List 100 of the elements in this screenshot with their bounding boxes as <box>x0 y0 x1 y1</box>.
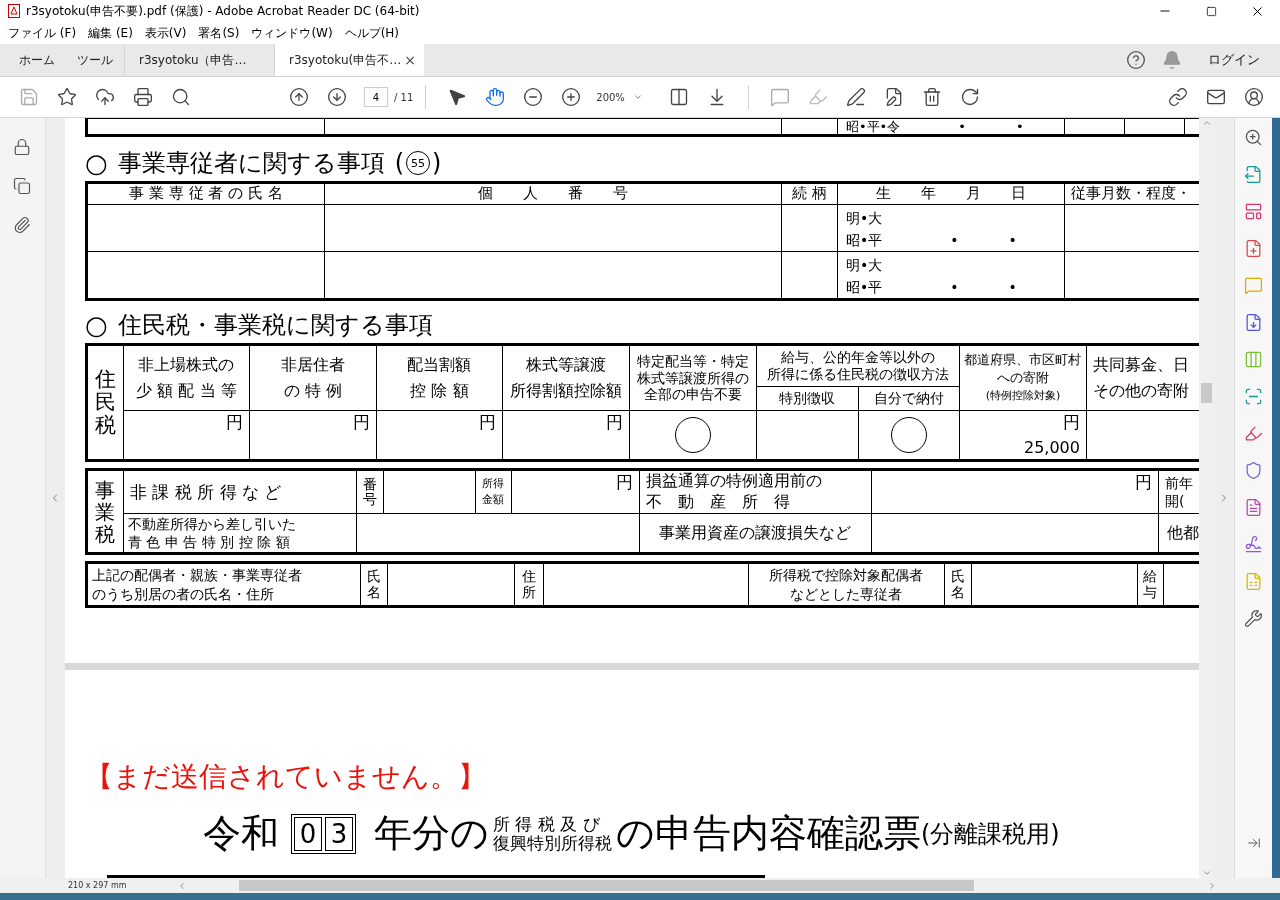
login-link[interactable]: ログイン <box>1208 51 1260 69</box>
nav-tab[interactable]: ツール <box>66 44 124 76</box>
pages-icon[interactable] <box>13 177 32 195</box>
number-field[interactable] <box>324 204 782 252</box>
zoom-out-icon[interactable] <box>523 87 544 107</box>
date-separator: • <box>958 119 966 134</box>
yen-unit: 円 <box>1062 411 1080 434</box>
link-icon[interactable] <box>1168 87 1189 107</box>
column-header: の 特 例 <box>283 378 343 404</box>
number-field[interactable] <box>383 469 476 514</box>
yen-unit: 円 <box>478 411 496 434</box>
date-separator: • <box>950 278 959 297</box>
row-header: 所得税で控除対象配偶者 <box>769 565 924 585</box>
menu-item[interactable]: ヘルプ(H) <box>344 24 400 42</box>
star-icon[interactable] <box>57 87 77 107</box>
yen-unit: 円 <box>615 471 633 494</box>
user-icon[interactable] <box>1244 87 1265 107</box>
scrollbar-thumb[interactable] <box>238 880 974 891</box>
column-header: 生 年 月 日 <box>837 182 1065 205</box>
column-header: 個 人 番 号 <box>324 182 782 205</box>
row-header: 非 課 税 所 得 な ど <box>123 469 357 514</box>
menu-item[interactable]: 編集 (E) <box>88 24 133 42</box>
form-title-era: 令和 <box>202 810 279 857</box>
column-header: 特定配当等・特定 <box>636 352 749 370</box>
scan-icon[interactable] <box>1244 387 1263 406</box>
column-header: 共同募金、日 <box>1092 352 1189 378</box>
combine-files-icon[interactable] <box>1244 313 1263 332</box>
date-separator: • <box>1008 231 1017 250</box>
window-title: r3syotoku(申告不要).pdf (保護) - Adobe Acrobat Reader DC (64-bit) <box>26 2 421 20</box>
date-separator: • <box>950 231 959 250</box>
era-options: 昭•平 <box>845 229 883 251</box>
caret-icon[interactable] <box>632 92 643 102</box>
print-icon[interactable] <box>133 87 153 107</box>
page-number-field[interactable]: 4 <box>364 87 388 107</box>
zoom-dropdown[interactable]: 200% <box>590 91 653 103</box>
zoom-icon[interactable] <box>1244 128 1263 147</box>
sign-icon[interactable] <box>846 87 867 107</box>
column-header: 少 額 配 当 等 <box>136 378 237 404</box>
row-header: 不 動 産 所 得 <box>645 492 790 513</box>
previous-page-icon[interactable] <box>289 87 309 107</box>
form-title: の申告内容確認票 <box>615 810 921 857</box>
column-header: 所得に係る住民税の徴収方法 <box>766 366 949 384</box>
name-field[interactable] <box>86 204 325 252</box>
zoom-in-icon[interactable] <box>561 87 582 107</box>
export-pdf-icon[interactable] <box>1244 165 1263 184</box>
date-separator: • <box>1015 119 1024 134</box>
era-options: 昭•平•令 <box>845 119 901 134</box>
column-header: 株式等譲渡 <box>525 352 606 378</box>
hand-icon[interactable] <box>485 87 506 107</box>
relation-field[interactable] <box>781 204 838 252</box>
form-icon[interactable] <box>1244 498 1263 517</box>
menu-item[interactable]: 署名(S) <box>198 24 240 42</box>
row-header: のうち別居の者の氏名・住所 <box>91 584 274 604</box>
row-header: 上記の配偶者・親族・事業専従者 <box>91 565 302 585</box>
page-layout-icon[interactable] <box>669 87 690 107</box>
yen-unit: 円 <box>352 411 370 434</box>
close-tab-button[interactable]: × <box>404 52 416 68</box>
layout-icon[interactable] <box>1244 202 1263 221</box>
yen-unit: 円 <box>605 411 623 434</box>
signature-icon[interactable] <box>1244 535 1263 554</box>
scrollbar-thumb[interactable] <box>1201 383 1213 403</box>
parenthesis: ( <box>394 149 404 177</box>
nav-tab[interactable]: ホーム <box>8 44 66 76</box>
expand-pane-icon[interactable] <box>1246 836 1261 850</box>
help-icon[interactable] <box>1126 50 1146 70</box>
next-page-icon[interactable] <box>327 87 347 107</box>
menu-item[interactable]: ファイル (F) <box>8 24 77 42</box>
paperclip-icon[interactable] <box>13 216 32 234</box>
lock-icon[interactable] <box>13 138 32 156</box>
column-header: その他の寄附 <box>1092 378 1189 404</box>
column-header: 事 業 専 従 者 の 氏 名 <box>86 182 325 205</box>
rotate-icon[interactable] <box>960 87 981 107</box>
wrench-icon[interactable] <box>1244 609 1263 628</box>
column-header: への寄附 <box>996 369 1049 388</box>
delete-icon[interactable] <box>922 87 943 107</box>
shield-icon[interactable] <box>1244 461 1263 480</box>
field-label: 所得 <box>482 475 505 492</box>
yen-unit: 円 <box>1134 471 1152 494</box>
era-options: 明•大 <box>845 207 883 229</box>
column-header: 給与、公的年金等以外の <box>780 348 935 366</box>
highlighter-icon[interactable] <box>1244 424 1263 443</box>
section-bullet: ○ <box>84 148 108 178</box>
search-icon[interactable] <box>171 87 191 107</box>
column-header: 非居住者 <box>280 352 345 378</box>
pdf-app-icon <box>8 4 20 18</box>
document-tab[interactable]: r3syotoku(申告不… × <box>274 44 424 76</box>
unsent-notice: 【まだ送信されていません。】 <box>84 759 487 795</box>
maximize-icon[interactable] <box>1205 5 1217 17</box>
field-label: 番号 <box>356 469 384 514</box>
row-header: などとした専従者 <box>790 584 903 604</box>
upload-icon[interactable] <box>95 87 115 107</box>
menu-item[interactable]: ウィンドウ(W) <box>251 24 333 42</box>
mail-icon[interactable] <box>1206 87 1227 107</box>
column-header: 所得割額控除額 <box>509 378 622 404</box>
era-options: 明•大 <box>845 254 883 276</box>
row-header: 開( <box>1164 492 1185 511</box>
create-pdf-icon[interactable] <box>1244 239 1263 258</box>
row-header: 不動産所得から差し引いた <box>127 514 296 533</box>
menu-item[interactable]: 表示(V) <box>144 24 187 42</box>
pointer-icon[interactable] <box>447 87 468 107</box>
